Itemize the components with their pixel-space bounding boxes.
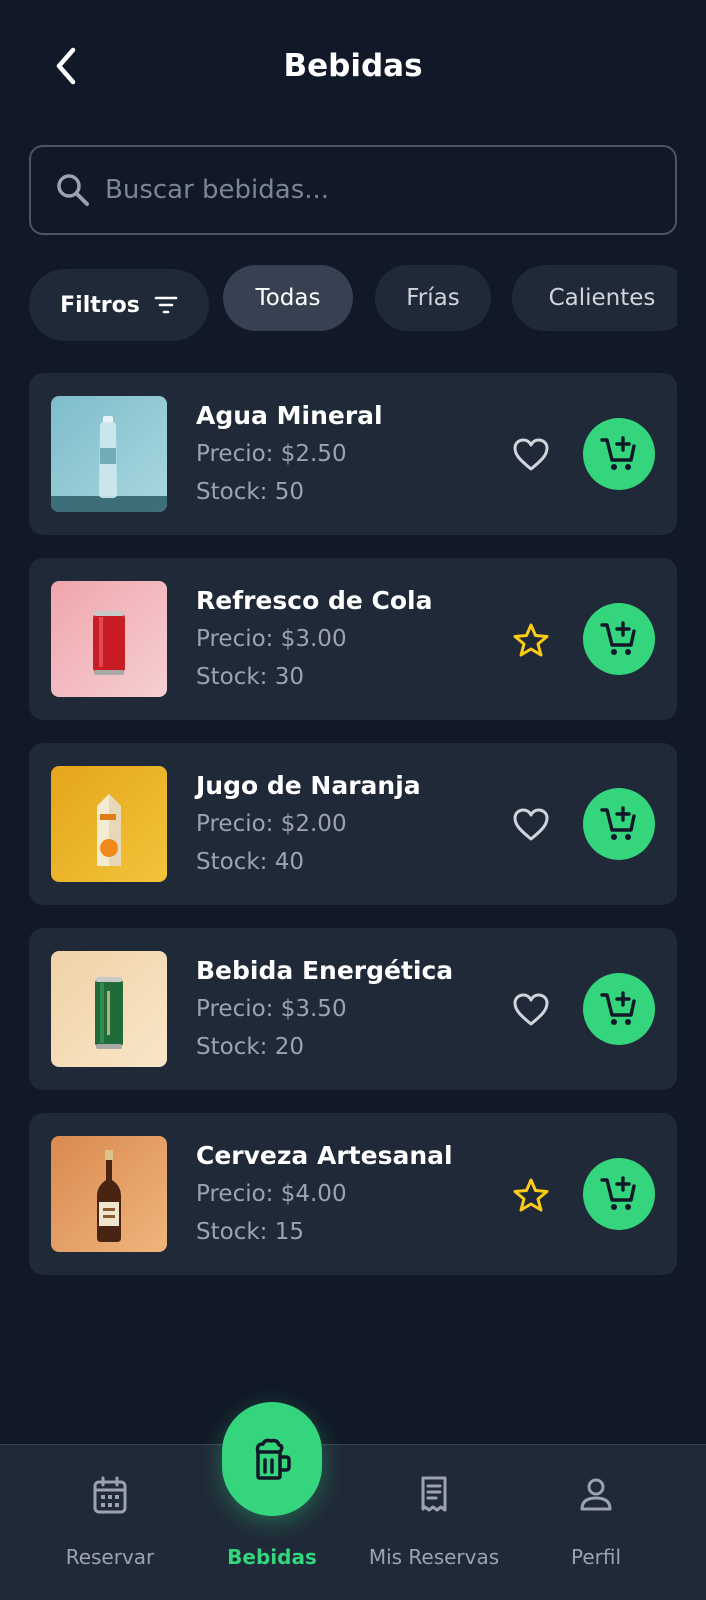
product-name: Bebida Energética — [196, 956, 454, 985]
heart-outline-icon — [513, 808, 549, 841]
beer-mug-icon — [255, 1438, 291, 1480]
add-to-cart-button[interactable] — [583, 603, 655, 675]
product-name: Refresco de Cola — [196, 586, 433, 615]
product-card[interactable]: Refresco de Cola Precio: $3.00 Stock: 30 — [29, 558, 677, 720]
product-image-orange-juice-carton — [51, 766, 167, 882]
page-title: Bebidas — [283, 48, 423, 84]
chip-todas[interactable]: Todas — [223, 265, 353, 331]
search-icon — [55, 172, 91, 208]
product-price: Precio: $3.00 — [196, 626, 347, 652]
top-bar: Bebidas — [0, 0, 706, 134]
product-stock: Stock: 50 — [196, 479, 304, 505]
add-to-cart-button[interactable] — [583, 1158, 655, 1230]
product-price: Precio: $2.00 — [196, 811, 347, 837]
bebidas-fab-button[interactable] — [222, 1402, 322, 1516]
product-image-energy-drink-can — [51, 951, 167, 1067]
favorite-button[interactable] — [511, 805, 551, 845]
product-card[interactable]: Agua Mineral Precio: $2.50 Stock: 50 — [29, 373, 677, 535]
product-name: Jugo de Naranja — [196, 771, 421, 800]
add-to-cart-button[interactable] — [583, 973, 655, 1045]
nav-label: Perfil — [570, 1545, 622, 1569]
filters-label: Filtros — [60, 292, 140, 318]
favorite-button[interactable] — [511, 435, 551, 475]
nav-label: Mis Reservas — [368, 1545, 500, 1569]
product-name: Cerveza Artesanal — [196, 1141, 453, 1170]
filter-chips: Filtros Todas Frías Calientes — [29, 265, 677, 341]
chip-calientes[interactable]: Calientes — [512, 265, 677, 331]
product-info: Agua Mineral Precio: $2.50 Stock: 50 — [196, 397, 383, 511]
heart-outline-icon — [513, 993, 549, 1026]
bottom-navigation: Reservar Bebidas Mis Reservas Perfil — [0, 1444, 706, 1600]
add-to-cart-button[interactable] — [583, 788, 655, 860]
person-icon — [511, 1475, 681, 1515]
product-stock: Stock: 20 — [196, 1034, 304, 1060]
star-outline-icon — [513, 623, 549, 657]
filters-button[interactable]: Filtros — [29, 269, 209, 341]
add-shopping-cart-icon — [600, 436, 636, 470]
heart-outline-icon — [513, 438, 549, 471]
nav-item-reservar[interactable]: Reservar — [25, 1445, 195, 1600]
product-image-water-bottle — [51, 396, 167, 512]
add-shopping-cart-icon — [600, 991, 636, 1025]
star-outline-icon — [513, 1178, 549, 1212]
filter-list-icon — [154, 295, 178, 315]
product-card[interactable]: Cerveza Artesanal Precio: $4.00 Stock: 1… — [29, 1113, 677, 1275]
product-stock: Stock: 30 — [196, 664, 304, 690]
nav-label: Bebidas — [227, 1545, 317, 1569]
product-info: Refresco de Cola Precio: $3.00 Stock: 30 — [196, 582, 432, 696]
product-list: Agua Mineral Precio: $2.50 Stock: 50 Ref… — [29, 373, 677, 1298]
product-info: Jugo de Naranja Precio: $2.00 Stock: 40 — [196, 767, 421, 881]
product-info: Cerveza Artesanal Precio: $4.00 Stock: 1… — [196, 1137, 453, 1251]
product-name: Agua Mineral — [196, 401, 383, 430]
search-bar[interactable] — [29, 145, 677, 235]
favorite-button[interactable] — [511, 990, 551, 1030]
product-stock: Stock: 40 — [196, 849, 304, 875]
add-shopping-cart-icon — [600, 806, 636, 840]
calendar-icon — [25, 1475, 195, 1515]
add-to-cart-button[interactable] — [583, 418, 655, 490]
nav-label: Reservar — [65, 1545, 155, 1569]
search-input[interactable] — [105, 175, 625, 205]
product-stock: Stock: 15 — [196, 1219, 304, 1245]
favorite-button[interactable] — [511, 620, 551, 660]
product-price: Precio: $2.50 — [196, 441, 347, 467]
product-image-beer-bottle — [51, 1136, 167, 1252]
receipt-icon — [349, 1475, 519, 1515]
product-image-cola-can — [51, 581, 167, 697]
product-info: Bebida Energética Precio: $3.50 Stock: 2… — [196, 952, 453, 1066]
product-card[interactable]: Bebida Energética Precio: $3.50 Stock: 2… — [29, 928, 677, 1090]
nav-item-perfil[interactable]: Perfil — [511, 1445, 681, 1600]
chip-frias[interactable]: Frías — [375, 265, 491, 331]
favorite-button[interactable] — [511, 1175, 551, 1215]
product-card[interactable]: Jugo de Naranja Precio: $2.00 Stock: 40 — [29, 743, 677, 905]
product-price: Precio: $3.50 — [196, 996, 347, 1022]
add-shopping-cart-icon — [600, 1176, 636, 1210]
app-screen: Bebidas Filtros Todas Frías Calientes — [0, 0, 706, 1600]
add-shopping-cart-icon — [600, 621, 636, 655]
product-price: Precio: $4.00 — [196, 1181, 347, 1207]
nav-item-mis-reservas[interactable]: Mis Reservas — [349, 1445, 519, 1600]
